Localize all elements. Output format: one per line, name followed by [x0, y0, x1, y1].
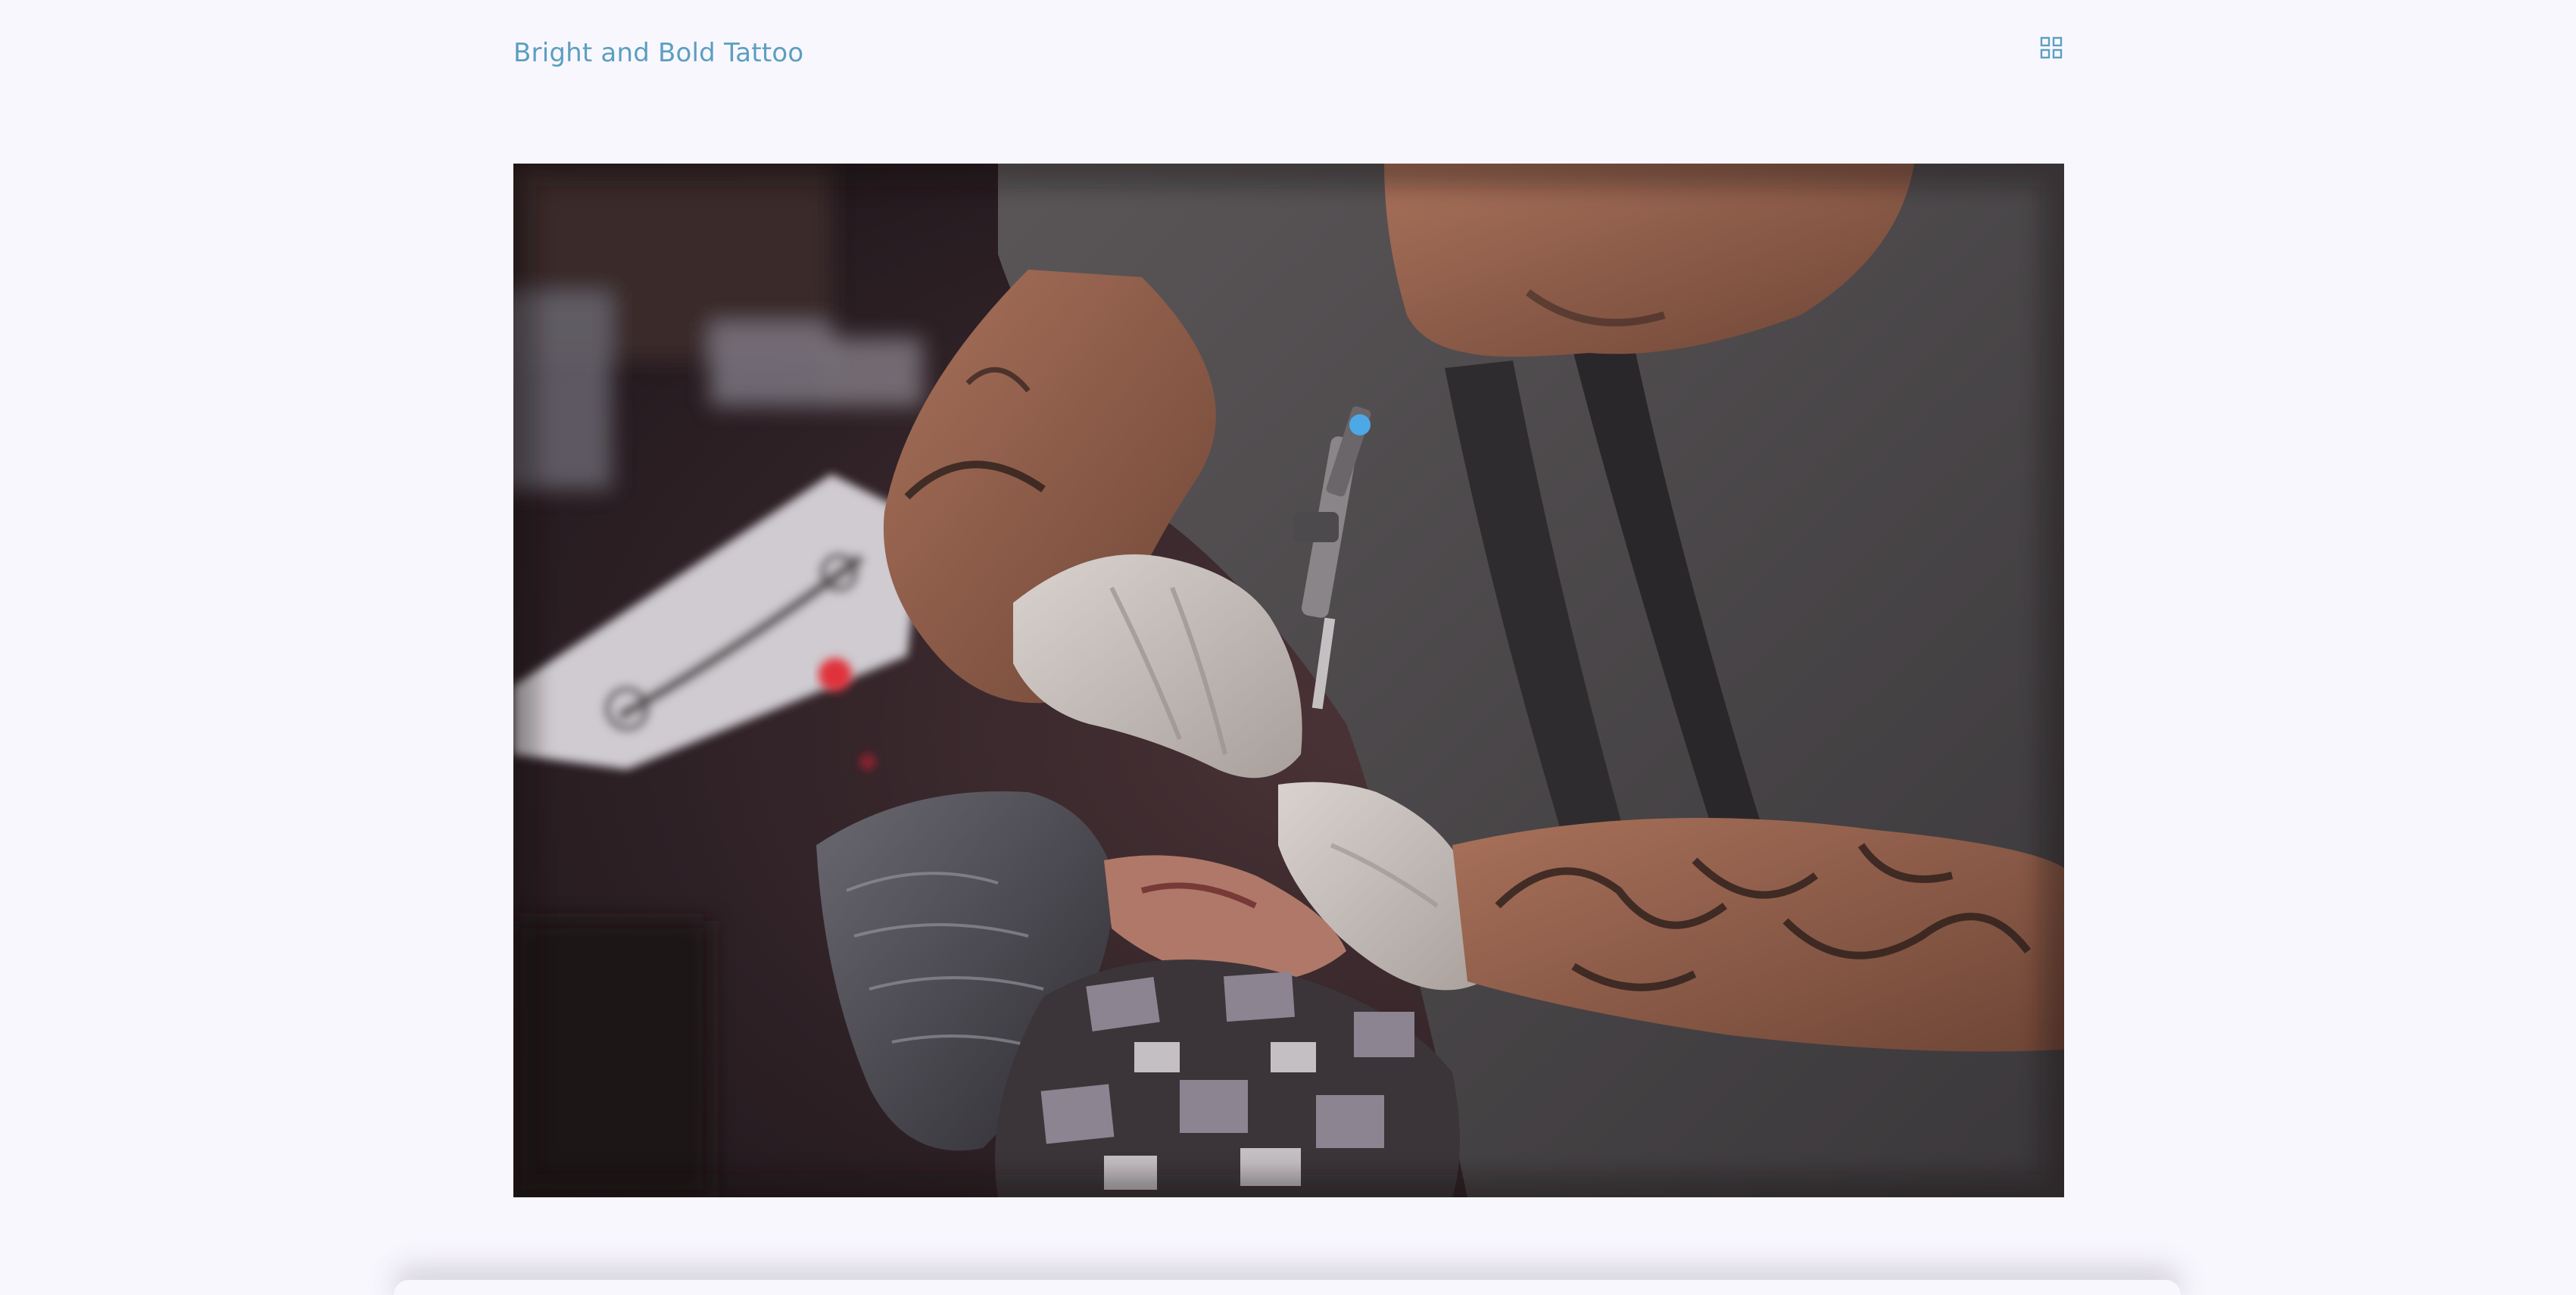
site-header: Bright and Bold Tattoo — [513, 30, 2064, 76]
tattoo-artist-photo — [513, 164, 2064, 1197]
site-title-link[interactable]: Bright and Bold Tattoo — [513, 38, 803, 68]
page: Bright and Bold Tattoo — [0, 0, 2576, 1295]
grid-menu-icon — [2040, 36, 2063, 63]
menu-button[interactable] — [2038, 36, 2064, 62]
hero-image — [513, 164, 2064, 1197]
content-card-edge — [394, 1280, 2181, 1295]
